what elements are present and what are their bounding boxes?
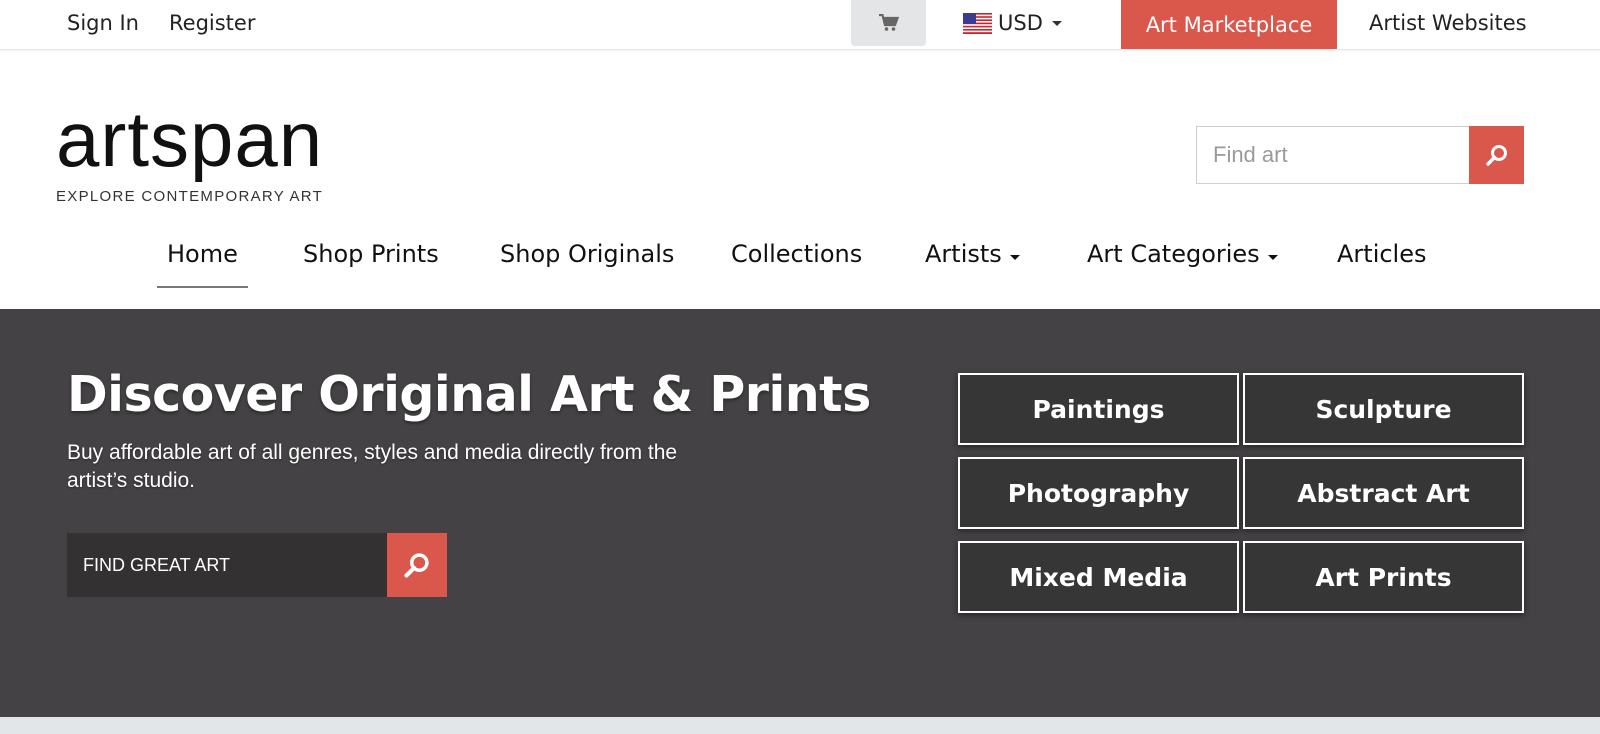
hero-title: Discover Original Art & Prints <box>67 366 871 423</box>
search-icon <box>404 553 429 578</box>
logo[interactable]: artspan EXPLORE CONTEMPORARY ART <box>56 100 323 205</box>
us-flag-icon <box>963 12 992 34</box>
chevron-down-icon <box>1051 20 1062 26</box>
nav-collections[interactable]: Collections <box>731 236 862 288</box>
register-link[interactable]: Register <box>169 0 255 46</box>
currency-label: USD <box>998 11 1043 35</box>
chevron-down-icon <box>1009 255 1020 260</box>
nav-articles[interactable]: Articles <box>1337 236 1427 288</box>
nav-shop-prints[interactable]: Shop Prints <box>303 236 439 288</box>
nav-art-categories[interactable]: Art Categories <box>1087 236 1278 288</box>
hero-search-input[interactable] <box>67 533 387 597</box>
category-abstract-art[interactable]: Abstract Art <box>1243 457 1524 529</box>
nav-home[interactable]: Home <box>157 236 248 288</box>
category-mixed-media[interactable]: Mixed Media <box>958 541 1239 613</box>
category-sculpture[interactable]: Sculpture <box>1243 373 1524 445</box>
nav-artists[interactable]: Artists <box>925 236 1020 288</box>
top-utility-bar: Sign In Register USD Art Marketplace Art… <box>0 0 1600 50</box>
cart-icon <box>878 14 899 31</box>
chevron-down-icon <box>1267 255 1278 260</box>
search-input[interactable] <box>1196 126 1470 184</box>
category-photography[interactable]: Photography <box>958 457 1239 529</box>
hero-subtitle: Buy affordable art of all genres, styles… <box>67 441 678 492</box>
artist-websites-link[interactable]: Artist Websites <box>1369 0 1527 46</box>
logo-tagline: EXPLORE CONTEMPORARY ART <box>56 188 324 205</box>
nav-shop-originals[interactable]: Shop Originals <box>500 236 674 288</box>
currency-selector[interactable]: USD <box>963 0 1062 46</box>
sign-in-link[interactable]: Sign In <box>67 0 139 46</box>
hero-banner: Discover Original Art & Prints Buy affor… <box>0 309 1600 717</box>
cart-button[interactable] <box>851 0 926 46</box>
category-paintings[interactable]: Paintings <box>958 373 1239 445</box>
section-divider <box>0 717 1600 734</box>
search-icon <box>1485 145 1507 166</box>
logo-wordmark: artspan <box>56 95 324 183</box>
category-art-prints[interactable]: Art Prints <box>1243 541 1524 613</box>
main-nav: Home Shop Prints Shop Originals Collecti… <box>0 236 1600 288</box>
search-button[interactable] <box>1469 126 1524 184</box>
art-marketplace-button[interactable]: Art Marketplace <box>1121 0 1337 49</box>
hero-search-button[interactable] <box>387 533 447 597</box>
